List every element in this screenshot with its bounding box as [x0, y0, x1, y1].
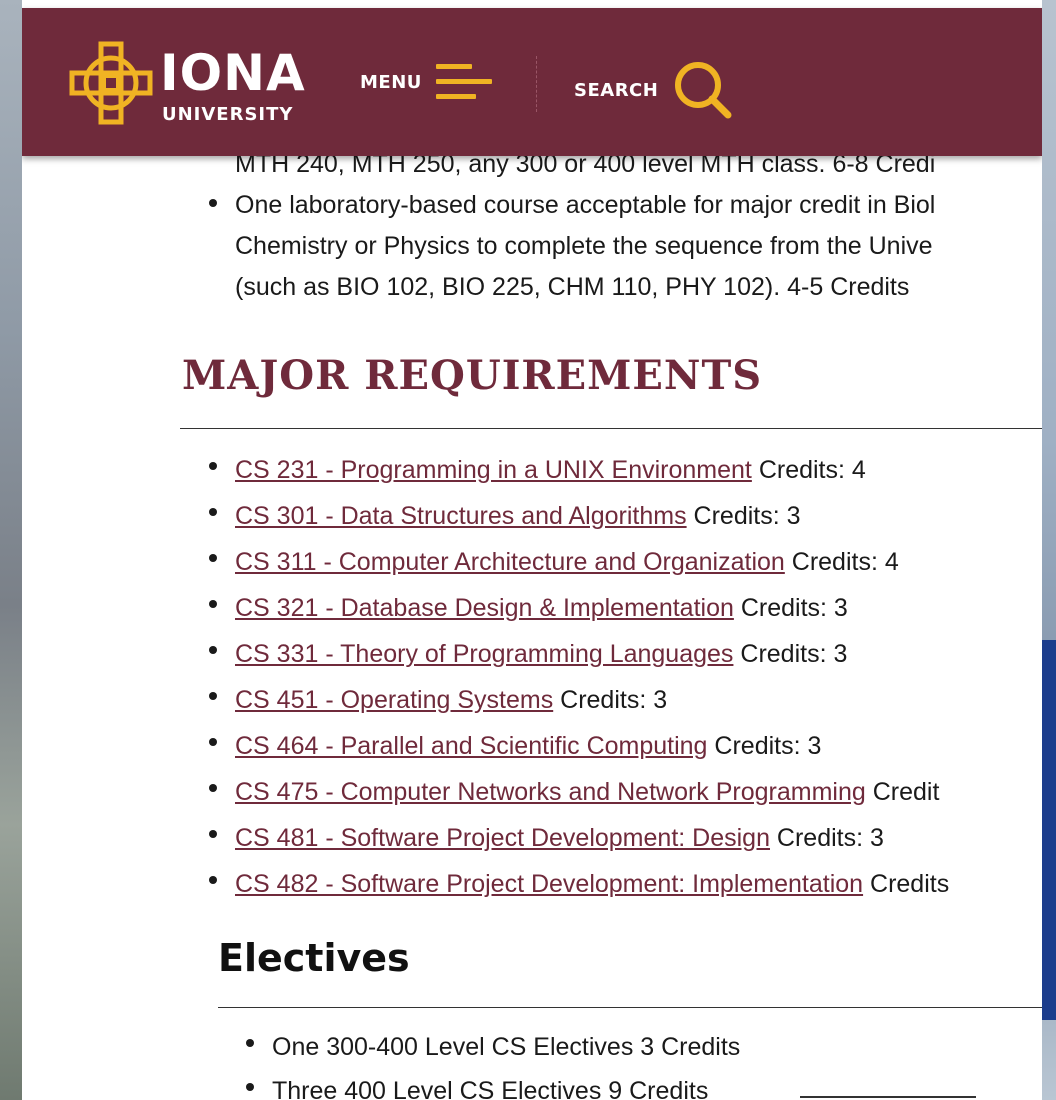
course-link[interactable]: CS 451 - Operating Systems — [235, 686, 553, 714]
course-credits: Credit — [865, 778, 940, 806]
course-item: CS 231 - Programming in a UNIX Environme… — [208, 448, 949, 494]
course-item: CS 321 - Database Design & Implementatio… — [208, 586, 949, 632]
section-title-electives: Electives — [218, 936, 410, 980]
course-item: CS 481 - Software Project Development: D… — [208, 816, 949, 862]
course-link[interactable]: CS 482 - Software Project Development: I… — [235, 870, 863, 898]
course-link[interactable]: CS 481 - Software Project Development: D… — [235, 824, 770, 852]
background-deco-shape — [1042, 640, 1056, 1020]
course-link[interactable]: CS 331 - Theory of Programming Languages — [235, 640, 733, 668]
course-credits: Credits: 3 — [733, 640, 848, 668]
course-item: CS 464 - Parallel and Scientific Computi… — [208, 724, 949, 770]
hamburger-menu-icon — [435, 62, 492, 102]
course-credits: Credits: 3 — [686, 502, 801, 530]
list-item-line: One laboratory-based course acceptable f… — [235, 191, 936, 219]
major-course-list: CS 231 - Programming in a UNIX Environme… — [208, 448, 950, 908]
list-item: One laboratory-based course acceptable f… — [208, 185, 936, 308]
logo-wordmark: IONA — [160, 44, 306, 102]
search-icon — [675, 62, 732, 119]
background-left-edge — [0, 0, 22, 1100]
course-credits: Credits: 4 — [784, 548, 899, 576]
course-credits: Credits: 3 — [769, 824, 884, 852]
course-link[interactable]: CS 301 - Data Structures and Algorithms — [235, 502, 687, 530]
course-link[interactable]: CS 464 - Parallel and Scientific Computi… — [235, 732, 707, 760]
course-item: CS 311 - Computer Architecture and Organ… — [208, 540, 949, 586]
logo-subtitle: UNIVERSITY — [162, 104, 294, 125]
site-logo[interactable]: IONA UNIVERSITY — [68, 40, 308, 128]
course-link[interactable]: CS 475 - Computer Networks and Network P… — [235, 778, 866, 806]
course-credits: Credits: 3 — [707, 732, 822, 760]
course-link[interactable]: CS 321 - Database Design & Implementatio… — [235, 594, 734, 622]
section-title-major: MAJOR REQUIREMENTS — [182, 352, 763, 399]
course-credits: Credits — [863, 870, 950, 898]
cut-off-rule — [800, 1096, 976, 1098]
celtic-cross-logo-icon — [69, 41, 153, 125]
course-link[interactable]: CS 311 - Computer Architecture and Organ… — [235, 548, 785, 576]
course-item: CS 331 - Theory of Programming Languages… — [208, 632, 949, 678]
header-divider — [536, 56, 538, 112]
divider-rule — [180, 428, 1042, 429]
menu-button[interactable]: MENU — [360, 60, 492, 104]
elective-item: Three 400 Level CS Electives 9 Credits — [245, 1069, 740, 1100]
course-item: CS 301 - Data Structures and Algorithms … — [208, 494, 949, 540]
search-button[interactable]: SEARCH — [574, 60, 734, 120]
site-header: IONA UNIVERSITY MENU SEARCH — [22, 8, 1042, 156]
course-credits: Credits: 3 — [733, 594, 848, 622]
list-item-line: Chemistry or Physics to complete the seq… — [235, 232, 933, 260]
search-label: SEARCH — [574, 79, 659, 101]
course-item: CS 482 - Software Project Development: I… — [208, 862, 950, 908]
course-credits: Credits: 4 — [751, 456, 866, 484]
page-content: IONA UNIVERSITY MENU SEARCH MTH 240, MTH… — [22, 0, 1042, 1100]
course-link[interactable]: CS 231 - Programming in a UNIX Environme… — [235, 456, 752, 484]
list-item-line: (such as BIO 102, BIO 225, CHM 110, PHY … — [235, 273, 910, 301]
general-requirements-list: MTH 240, MTH 250, any 300 or 400 level M… — [208, 144, 936, 308]
course-credits: Credits: 3 — [553, 686, 668, 714]
divider-rule — [218, 1007, 1042, 1008]
menu-label: MENU — [360, 71, 422, 93]
course-item: CS 475 - Computer Networks and Network P… — [208, 770, 949, 816]
elective-item: One 300-400 Level CS Electives 3 Credits — [245, 1025, 740, 1069]
electives-list: One 300-400 Level CS Electives 3 Credits… — [245, 1025, 740, 1100]
course-item: CS 451 - Operating Systems Credits: 3 — [208, 678, 949, 724]
